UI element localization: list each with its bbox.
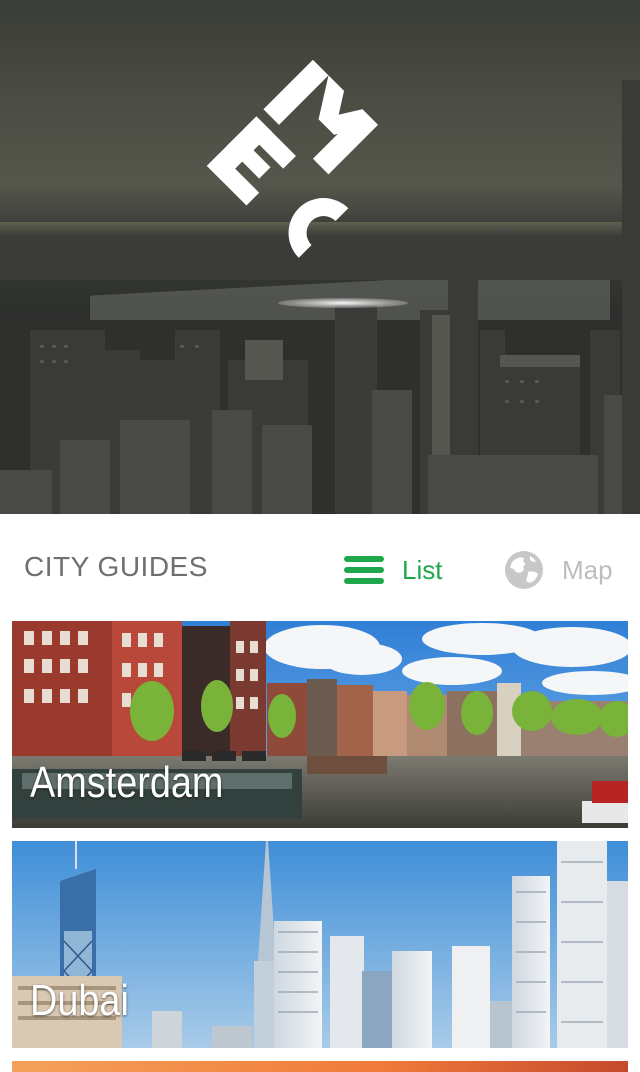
city-card-next[interactable] xyxy=(12,1061,628,1072)
logo-glow xyxy=(278,298,408,308)
map-view-label: Map xyxy=(562,554,613,585)
mec-logo xyxy=(206,60,378,258)
hero-banner xyxy=(0,0,640,514)
list-view-label: List xyxy=(402,554,443,585)
list-view-button[interactable]: List xyxy=(344,550,442,590)
map-view-button[interactable]: Map xyxy=(504,549,613,591)
globe-icon xyxy=(505,551,543,589)
city-name: Amsterdam xyxy=(30,758,224,807)
section-title: CITY GUIDES xyxy=(24,551,208,582)
city-card-dubai[interactable]: Dubai xyxy=(12,841,628,1048)
hamburger-list-icon xyxy=(344,556,384,584)
city-name: Dubai xyxy=(30,976,129,1025)
city-card-amsterdam[interactable]: Amsterdam xyxy=(12,621,628,828)
